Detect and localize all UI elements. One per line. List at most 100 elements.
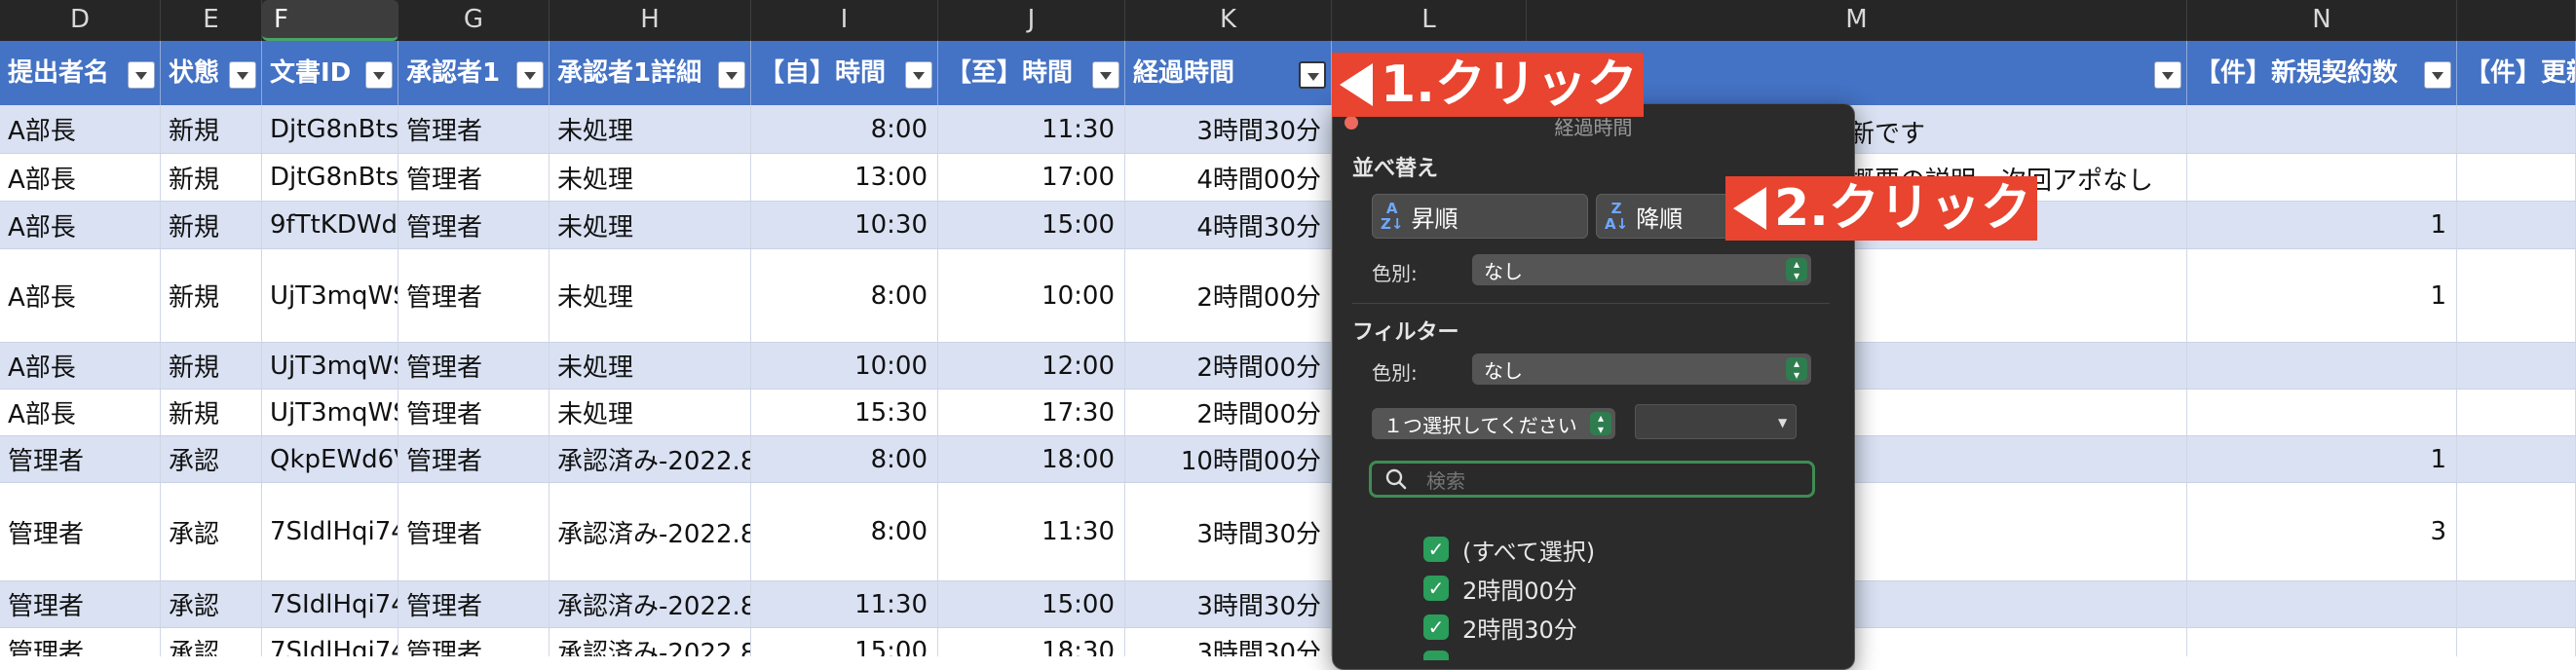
cell-k[interactable]: 2時間00分 (1125, 249, 1332, 342)
cell-k[interactable]: 10時間00分 (1125, 436, 1332, 482)
cell-g[interactable]: 管理者 (398, 202, 549, 248)
filter-dropdown-button[interactable] (718, 61, 745, 89)
filter-item[interactable]: ✓ 2時間30分 (1423, 613, 1577, 644)
elapsed-time-filter-button[interactable] (1299, 61, 1326, 89)
cell-n[interactable] (2187, 343, 2457, 389)
cell-f[interactable]: 7SIdlHqi74 (262, 483, 398, 580)
search-input[interactable] (1424, 467, 1799, 495)
cell-d[interactable]: A部長 (0, 390, 161, 435)
cell-e[interactable]: 新規 (161, 154, 262, 201)
cell-e[interactable]: 新規 (161, 105, 262, 153)
filter-color-select[interactable]: なし ▴ ▾ (1472, 354, 1811, 385)
cell-f[interactable]: UjT3mqWS (262, 390, 398, 435)
cell-g[interactable]: 管理者 (398, 483, 549, 580)
cell-k[interactable]: 3時間30分 (1125, 628, 1332, 656)
cell-empty[interactable] (2457, 343, 2576, 389)
cell-n[interactable]: 1 (2187, 202, 2457, 248)
cell-g[interactable]: 管理者 (398, 105, 549, 153)
cell-h[interactable]: 未処理 (549, 343, 751, 389)
cell-f[interactable]: 9fTtKDWd (262, 202, 398, 248)
col-j[interactable]: J (938, 0, 1125, 41)
cell-d[interactable]: A部長 (0, 105, 161, 153)
cell-j[interactable]: 18:00 (938, 436, 1125, 482)
col-d[interactable]: D (0, 0, 161, 41)
cell-k[interactable]: 3時間30分 (1125, 581, 1332, 627)
search-field[interactable] (1369, 461, 1815, 498)
cell-h[interactable]: 未処理 (549, 202, 751, 248)
cell-n[interactable]: 1 (2187, 249, 2457, 342)
cell-i[interactable]: 8:00 (751, 249, 938, 342)
cell-e[interactable]: 新規 (161, 390, 262, 435)
cell-h[interactable]: 未処理 (549, 105, 751, 153)
cell-n[interactable] (2187, 581, 2457, 627)
sort-color-select[interactable]: なし ▴ ▾ (1472, 254, 1811, 285)
condition-select[interactable]: １つ選択してください ▴ ▾ (1372, 408, 1615, 439)
cell-e[interactable]: 新規 (161, 343, 262, 389)
cell-empty[interactable] (2457, 483, 2576, 580)
cell-empty[interactable] (2457, 105, 2576, 153)
cell-e[interactable]: 承認 (161, 581, 262, 627)
filter-item[interactable]: ✓ 2時間00分 (1423, 574, 1577, 605)
cell-n[interactable] (2187, 105, 2457, 153)
col-m[interactable]: M (1527, 0, 2187, 41)
cell-j[interactable]: 10:00 (938, 249, 1125, 342)
cell-d[interactable]: A部長 (0, 202, 161, 248)
col-n[interactable]: N (2187, 0, 2457, 41)
cell-h[interactable]: 承認済み-2022.8 (549, 628, 751, 656)
filter-dropdown-button[interactable] (365, 61, 393, 89)
condition-value-combo[interactable] (1635, 404, 1797, 439)
cell-i[interactable]: 8:00 (751, 436, 938, 482)
checkbox-checked-icon[interactable]: ✓ (1423, 614, 1449, 640)
cell-j[interactable]: 15:00 (938, 581, 1125, 627)
cell-h[interactable]: 未処理 (549, 154, 751, 201)
filter-dropdown-button[interactable] (2154, 61, 2181, 89)
cell-empty[interactable] (2457, 628, 2576, 656)
cell-n[interactable] (2187, 390, 2457, 435)
cell-empty[interactable] (2457, 249, 2576, 342)
cell-e[interactable]: 新規 (161, 249, 262, 342)
cell-k[interactable]: 4時間30分 (1125, 202, 1332, 248)
checkbox-checked-icon[interactable]: ✓ (1423, 576, 1449, 601)
cell-i[interactable]: 8:00 (751, 483, 938, 580)
col-h[interactable]: H (549, 0, 751, 41)
cell-g[interactable]: 管理者 (398, 249, 549, 342)
cell-i[interactable]: 15:30 (751, 390, 938, 435)
cell-f[interactable]: 7SIdlHqi74 (262, 628, 398, 656)
cell-k[interactable]: 3時間30分 (1125, 483, 1332, 580)
col-g[interactable]: G (398, 0, 549, 41)
cell-f[interactable]: DjtG8nBts (262, 105, 398, 153)
cell-d[interactable]: 管理者 (0, 483, 161, 580)
cell-i[interactable]: 10:30 (751, 202, 938, 248)
filter-dropdown-button[interactable] (1092, 61, 1119, 89)
cell-n[interactable]: 3 (2187, 483, 2457, 580)
cell-n[interactable] (2187, 154, 2457, 201)
cell-g[interactable]: 管理者 (398, 154, 549, 201)
cell-k[interactable]: 3時間30分 (1125, 105, 1332, 153)
cell-e[interactable]: 承認 (161, 628, 262, 656)
filter-item-select-all[interactable]: ✓ (すべて選択) (1423, 535, 1595, 566)
sort-ascending-button[interactable]: A Z↓ 昇順 (1372, 194, 1588, 239)
filter-dropdown-button[interactable] (516, 61, 544, 89)
cell-e[interactable]: 承認 (161, 436, 262, 482)
col-l[interactable]: L (1332, 0, 1527, 41)
cell-h[interactable]: 未処理 (549, 249, 751, 342)
cell-n[interactable]: 1 (2187, 436, 2457, 482)
col-e[interactable]: E (161, 0, 262, 41)
cell-f[interactable]: UjT3mqWS (262, 343, 398, 389)
cell-d[interactable]: 管理者 (0, 628, 161, 656)
col-o[interactable] (2457, 0, 2576, 41)
cell-h[interactable]: 未処理 (549, 390, 751, 435)
cell-j[interactable]: 12:00 (938, 343, 1125, 389)
cell-k[interactable]: 2時間00分 (1125, 390, 1332, 435)
cell-f[interactable]: UjT3mqWS (262, 249, 398, 342)
col-f[interactable]: F (262, 0, 398, 41)
cell-f[interactable]: QkpEWd6V (262, 436, 398, 482)
chevron-down-icon[interactable]: ▼ (1778, 416, 1787, 429)
cell-f[interactable]: 7SIdlHqi74 (262, 581, 398, 627)
cell-g[interactable]: 管理者 (398, 581, 549, 627)
cell-j[interactable]: 17:30 (938, 390, 1125, 435)
cell-f[interactable]: DjtG8nBts (262, 154, 398, 201)
cell-k[interactable]: 4時間00分 (1125, 154, 1332, 201)
cell-empty[interactable] (2457, 202, 2576, 248)
cell-i[interactable]: 11:30 (751, 581, 938, 627)
